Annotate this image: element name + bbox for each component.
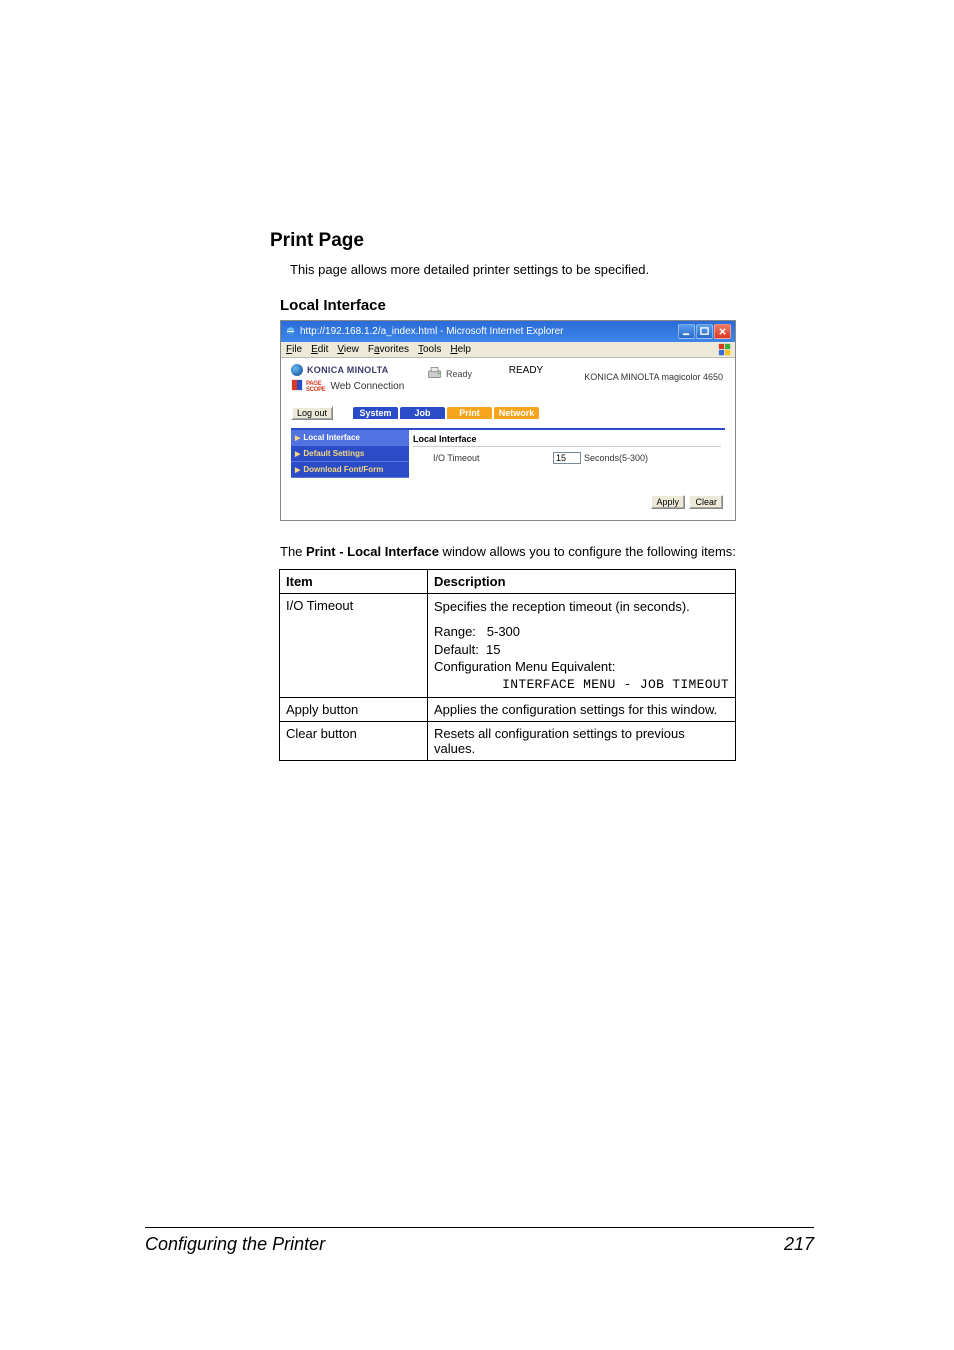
cell-item: Apply button bbox=[280, 698, 428, 722]
table-head-desc: Description bbox=[428, 569, 736, 593]
ie-icon bbox=[285, 326, 296, 337]
menu-file[interactable]: File bbox=[286, 344, 302, 355]
status-ready-small: Ready bbox=[446, 369, 472, 379]
table-row: Clear button Resets all configuration se… bbox=[280, 722, 736, 761]
sidebar-item-download-font-form[interactable]: ▶Download Font/Form bbox=[291, 462, 409, 478]
cell-desc: Applies the configuration settings for t… bbox=[428, 698, 736, 722]
pagescope-label: PAGESCOPE bbox=[306, 381, 326, 393]
status-ready-big: READY bbox=[486, 364, 566, 376]
konica-globe-icon bbox=[291, 364, 303, 376]
cell-item: I/O Timeout bbox=[280, 593, 428, 698]
brand-konica: KONICA MINOLTA bbox=[307, 365, 389, 375]
sidebar-item-default-settings[interactable]: ▶Default Settings bbox=[291, 446, 409, 462]
menu-tools[interactable]: Tools bbox=[418, 344, 441, 355]
triangle-icon: ▶ bbox=[295, 466, 300, 474]
heading-local-interface: Local Interface bbox=[280, 297, 809, 314]
footer-page-number: 217 bbox=[784, 1234, 814, 1255]
cell-item: Clear button bbox=[280, 722, 428, 761]
triangle-icon: ▶ bbox=[295, 434, 300, 442]
menu-favorites[interactable]: Favorites bbox=[368, 344, 409, 355]
tab-network[interactable]: Network bbox=[494, 407, 539, 419]
window-titlebar: http://192.168.1.2/a_index.html - Micros… bbox=[281, 321, 735, 342]
model-label: KONICA MINOLTA magicolor 4650 bbox=[566, 364, 725, 382]
triangle-icon: ▶ bbox=[295, 450, 300, 458]
embedded-screenshot: http://192.168.1.2/a_index.html - Micros… bbox=[280, 320, 736, 521]
heading-print-page: Print Page bbox=[270, 230, 809, 252]
tab-job[interactable]: Job bbox=[400, 407, 445, 419]
browser-menubar: File Edit View Favorites Tools Help bbox=[281, 342, 735, 358]
apply-button[interactable]: Apply bbox=[651, 495, 686, 509]
intro-paragraph: This page allows more detailed printer s… bbox=[290, 262, 809, 277]
table-head-item: Item bbox=[280, 569, 428, 593]
tab-print[interactable]: Print bbox=[447, 407, 492, 419]
io-timeout-suffix: Seconds(5-300) bbox=[584, 453, 648, 463]
table-row: Apply button Applies the configuration s… bbox=[280, 698, 736, 722]
menu-help[interactable]: Help bbox=[450, 344, 471, 355]
table-row: I/O Timeout Specifies the reception time… bbox=[280, 593, 736, 698]
sidebar: ▶Local Interface ▶Default Settings ▶Down… bbox=[291, 430, 409, 478]
footer-left: Configuring the Printer bbox=[145, 1234, 325, 1255]
tab-system[interactable]: System bbox=[353, 407, 398, 419]
menu-view[interactable]: View bbox=[337, 344, 359, 355]
io-timeout-label: I/O Timeout bbox=[423, 453, 553, 463]
window-title: http://192.168.1.2/a_index.html - Micros… bbox=[300, 326, 563, 337]
window-close-button[interactable] bbox=[714, 324, 731, 339]
pagescope-icon bbox=[291, 379, 303, 394]
cell-desc: Specifies the reception timeout (in seco… bbox=[428, 593, 736, 698]
window-maximize-button[interactable] bbox=[696, 324, 713, 339]
page-footer: Configuring the Printer 217 bbox=[145, 1227, 814, 1255]
window-minimize-button[interactable] bbox=[678, 324, 695, 339]
spec-table: Item Description I/O Timeout Specifies t… bbox=[279, 569, 736, 762]
pane-header: Local Interface bbox=[413, 432, 721, 447]
io-timeout-input[interactable] bbox=[553, 452, 581, 464]
menu-edit[interactable]: Edit bbox=[311, 344, 328, 355]
cell-desc: Resets all configuration settings to pre… bbox=[428, 722, 736, 761]
brand-webconnection: Web Connection bbox=[331, 381, 405, 392]
logout-button[interactable]: Log out bbox=[291, 406, 333, 420]
clear-button[interactable]: Clear bbox=[689, 495, 723, 509]
description-paragraph: The Print - Local Interface window allow… bbox=[280, 543, 809, 561]
windows-flag-icon bbox=[718, 343, 732, 357]
printer-status-icon bbox=[426, 364, 443, 383]
sidebar-item-local-interface[interactable]: ▶Local Interface bbox=[291, 430, 409, 446]
